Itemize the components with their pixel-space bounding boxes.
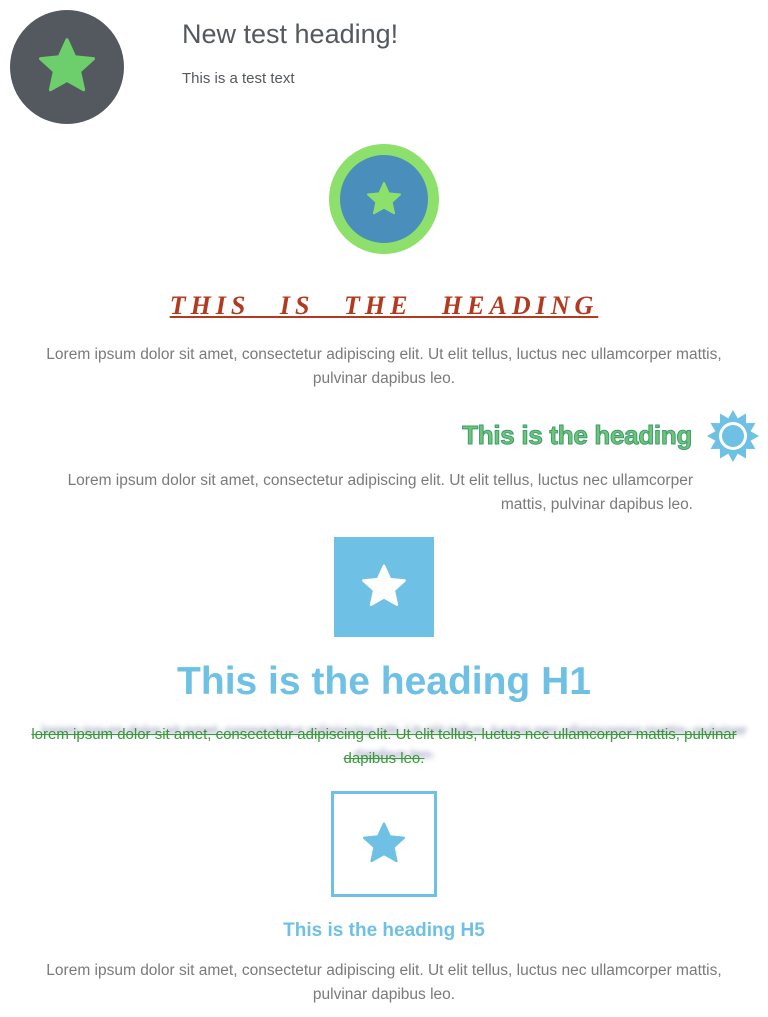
page: New test heading! This is a test text TH…	[0, 0, 768, 1017]
star-icon	[366, 181, 402, 214]
square-icon-box	[334, 537, 434, 637]
top-text: This is a test text	[182, 70, 295, 87]
serif-heading: THIS IS THE HEADING	[169, 291, 599, 320]
strikethrough-text: lorem ipsum dolor sit amet, consectetur …	[31, 726, 737, 767]
h1-heading: This is the heading H1	[177, 660, 591, 703]
top-icon-circle	[10, 10, 124, 124]
ring-icon-circle	[329, 144, 439, 254]
h5-section-text: Lorem ipsum dolor sit amet, consectetur …	[46, 962, 722, 1003]
sun-icon	[707, 410, 759, 462]
serif-section-text: Lorem ipsum dolor sit amet, consectetur …	[46, 346, 722, 387]
star-icon	[39, 38, 95, 92]
ring-icon-inner	[340, 155, 428, 243]
star-icon	[363, 822, 405, 863]
top-heading: New test heading!	[182, 19, 399, 49]
h5-heading: This is the heading H5	[283, 920, 485, 941]
star-icon	[362, 564, 406, 606]
framed-icon-box	[331, 791, 437, 897]
outline-heading: This is the heading	[462, 420, 693, 451]
outline-section-text: Lorem ipsum dolor sit amet, consectetur …	[67, 472, 693, 513]
